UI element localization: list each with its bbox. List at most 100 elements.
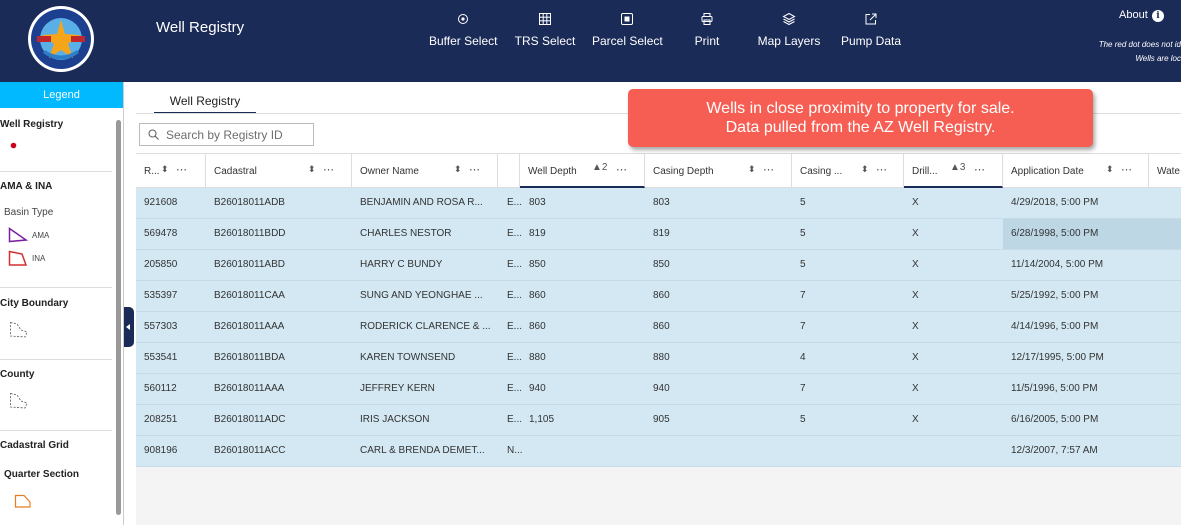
table-cell: 5 (800, 197, 806, 208)
quarter-section-icon (14, 494, 31, 508)
printer-icon (701, 13, 713, 25)
sort-ascending-icon[interactable]: ▲2 (592, 162, 607, 173)
legend-divider (0, 430, 112, 431)
column-header-registry[interactable]: R... ⬍ ⋯ (136, 154, 206, 188)
ama-polygon-icon (8, 227, 28, 243)
column-header-casing-diameter[interactable]: Casing ... ⬍ ⋯ (792, 154, 904, 188)
column-header-casing-depth[interactable]: Casing Depth ⬍ ⋯ (645, 154, 792, 188)
more-options-icon[interactable]: ⋯ (876, 163, 888, 176)
disclaimer-line-1: The red dot does not id (1098, 40, 1181, 49)
more-options-icon[interactable]: ⋯ (323, 163, 335, 176)
table-cell: 12/17/1995, 5:00 PM (1011, 352, 1104, 363)
table-cell: IRIS JACKSON (360, 414, 430, 425)
table-cell: X (912, 383, 919, 394)
column-header-application-date[interactable]: Application Date ⬍ ⋯ (1003, 154, 1149, 188)
table-cell: 940 (653, 383, 670, 394)
table-cell: 880 (653, 352, 670, 363)
more-options-icon[interactable]: ⋯ (974, 163, 986, 176)
city-boundary-icon (10, 321, 28, 338)
table-cell: E... (507, 321, 523, 332)
table-cell: 850 (653, 259, 670, 270)
map-layers-button[interactable]: Map Layers (756, 12, 822, 48)
legend-ina: INA (32, 254, 46, 263)
table-cell: 908196 (144, 445, 178, 456)
more-options-icon[interactable]: ⋯ (176, 163, 188, 176)
table-cell: 569478 (144, 228, 178, 239)
legend-quarter-section: Quarter Section (4, 469, 80, 480)
table-cell: 5 (800, 259, 806, 270)
more-options-icon[interactable]: ⋯ (469, 163, 481, 176)
table-row[interactable]: 208251 B26018011ADC IRIS JACKSON E... 1,105 9… (136, 405, 1181, 436)
table-cell: B26018011AAA (214, 321, 285, 332)
table-cell: B26018011ADC (214, 414, 286, 425)
table-row[interactable]: 205850 B26018011ABD HARRY C BUNDY E... 850 85… (136, 250, 1181, 281)
table-row[interactable]: 553541 B26018011BDA KAREN TOWNSEND E... 880 8… (136, 343, 1181, 374)
legend-divider (0, 171, 112, 172)
table-row[interactable]: 569478 B26018011BDD CHARLES NESTOR E... 819 8… (136, 219, 1181, 250)
buffer-select-button[interactable]: Buffer Select (429, 12, 497, 48)
table-cell: 11/14/2004, 5:00 PM (1011, 259, 1104, 270)
print-button[interactable]: Print (692, 12, 722, 48)
column-header-owner-name[interactable]: Owner Name ⬍ ⋯ (352, 154, 498, 188)
column-header-well-depth[interactable]: Well Depth ▲2 ⋯ (520, 154, 645, 188)
table-cell: 921608 (144, 197, 178, 208)
sort-icon[interactable]: ⬍ (308, 164, 316, 175)
tab-well-registry[interactable]: Well Registry (154, 92, 256, 114)
table-cell: 11/5/1996, 5:00 PM (1011, 383, 1098, 394)
table-row[interactable]: 908196 B26018011ACC CARL & BRENDA DEMET...… (136, 436, 1181, 467)
table-cell: B26018011ADB (214, 197, 285, 208)
table-cell: 557303 (144, 321, 178, 332)
more-options-icon[interactable]: ⋯ (1121, 163, 1133, 176)
collapse-legend-button[interactable] (124, 307, 134, 347)
table-cell: 860 (653, 321, 670, 332)
about-link[interactable]: About (1119, 9, 1148, 21)
table-cell: 205850 (144, 259, 178, 270)
more-options-icon[interactable]: ⋯ (763, 163, 775, 176)
table-cell: 905 (653, 414, 670, 425)
legend-header: Legend (0, 82, 123, 108)
table-cell: 803 (653, 197, 670, 208)
search-box[interactable] (139, 123, 314, 146)
table-cell: BENJAMIN AND ROSA R... (360, 197, 483, 208)
table-cell: B26018011ABD (214, 259, 285, 270)
table-cell: E... (507, 290, 523, 301)
table-cell: 6/28/1998, 5:00 PM (1011, 228, 1099, 239)
parcel-icon (621, 13, 633, 25)
column-header-drill-method[interactable]: Drill... ▲3 ⋯ (904, 154, 1003, 188)
table-cell: 4/29/2018, 5:00 PM (1011, 197, 1099, 208)
column-header-hidden[interactable] (498, 154, 520, 188)
column-label: Owner Name (360, 166, 419, 177)
parcel-select-button[interactable]: Parcel Select (592, 12, 663, 48)
table-cell: E... (507, 352, 523, 363)
pump-data-button[interactable]: Pump Data (840, 12, 902, 48)
sort-icon[interactable]: ⬍ (454, 164, 462, 175)
table-row[interactable]: 557303 B26018011AAA RODERICK CLARENCE & ..… (136, 312, 1181, 343)
sort-ascending-icon[interactable]: ▲3 (950, 162, 965, 173)
info-icon[interactable]: i (1152, 10, 1164, 22)
table-cell: X (912, 259, 919, 270)
more-options-icon[interactable]: ⋯ (616, 163, 628, 176)
table-cell: SUNG AND YEONGHAE ... (360, 290, 483, 301)
trs-select-button[interactable]: TRS Select (514, 12, 576, 48)
table-cell: X (912, 197, 919, 208)
column-label: Casing ... (800, 166, 843, 177)
sort-icon[interactable]: ⬍ (1106, 164, 1114, 175)
column-header-water[interactable]: Wate (1149, 154, 1181, 188)
table-cell: 535397 (144, 290, 178, 301)
legend-divider (0, 359, 112, 360)
column-header-cadastral[interactable]: Cadastral ⬍ ⋯ (206, 154, 352, 188)
sort-icon[interactable]: ⬍ (161, 164, 169, 175)
table-row[interactable]: 560112 B26018011AAA JEFFREY KERN E... 940 940… (136, 374, 1181, 405)
table-cell: 7 (800, 321, 806, 332)
table-header: R... ⬍ ⋯ Cadastral ⬍ ⋯ Owner Name ⬍ ⋯ We… (136, 153, 1181, 188)
legend-scrollbar[interactable] (116, 120, 121, 515)
app-header: Well Registry Buffer Select TRS Select P… (0, 0, 1181, 82)
search-input[interactable] (166, 126, 311, 143)
sort-icon[interactable]: ⬍ (861, 164, 869, 175)
red-dot-icon (10, 142, 17, 149)
sort-icon[interactable]: ⬍ (748, 164, 756, 175)
table-row[interactable]: 921608 B26018011ADB BENJAMIN AND ROSA R...… (136, 188, 1181, 219)
disclaimer-line-2: Wells are loc (1135, 54, 1181, 63)
table-row[interactable]: 535397 B26018011CAA SUNG AND YEONGHAE ... E… (136, 281, 1181, 312)
ina-polygon-icon (8, 250, 28, 266)
